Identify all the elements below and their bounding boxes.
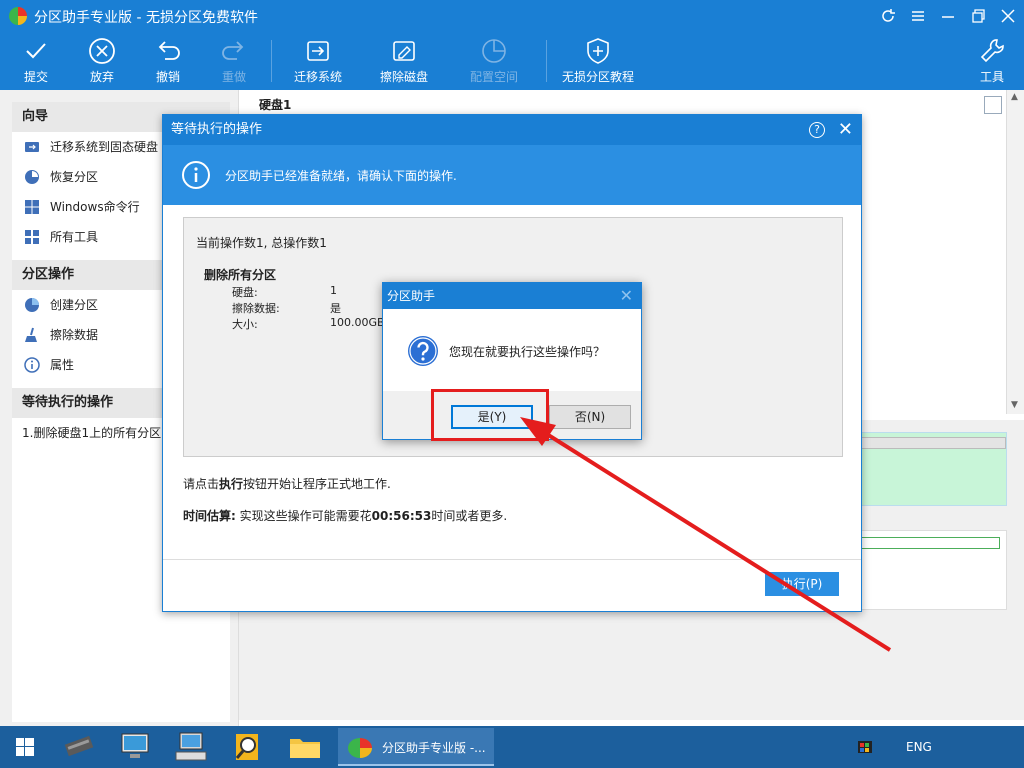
view-toggle-icon[interactable] xyxy=(984,96,1002,114)
info-icon xyxy=(24,357,40,373)
search-tool-icon[interactable] xyxy=(226,730,268,764)
migrate-system-button[interactable]: 迁移系统 xyxy=(290,34,346,88)
pie-clock-icon xyxy=(482,39,506,63)
recover-icon xyxy=(25,170,39,184)
detail-key: 擦除数据: xyxy=(232,302,280,315)
language-indicator[interactable]: ENG xyxy=(906,740,932,754)
close-icon[interactable]: ✕ xyxy=(838,115,853,145)
allocate-space-label: 配置空间 xyxy=(469,70,518,84)
taskbar-app-label: 分区助手专业版 -... xyxy=(382,741,486,755)
redo-button[interactable]: 重做 xyxy=(212,34,256,88)
banner-text: 分区助手已经准备就绪，请确认下面的操作. xyxy=(225,169,457,183)
window-title: 分区助手专业版 - 无损分区免费软件 xyxy=(34,10,258,26)
dialog-title: 等待执行的操作 xyxy=(171,122,263,137)
partition-block[interactable] xyxy=(859,530,1007,610)
close-icon[interactable]: ✕ xyxy=(620,283,633,309)
taskbar: 分区助手专业版 -... ENG xyxy=(0,726,1024,768)
tutorial-button[interactable]: 无损分区教程 xyxy=(558,34,638,88)
question-icon xyxy=(408,336,438,366)
highlight-box xyxy=(431,389,549,441)
dialog-banner: 分区助手已经准备就绪，请确认下面的操作. xyxy=(163,145,861,205)
allocate-space-button[interactable]: 配置空间 xyxy=(466,34,522,88)
sidebar-item-label: 创建分区 xyxy=(50,298,99,312)
redo-icon xyxy=(222,41,244,60)
detail-key: 硬盘: xyxy=(232,286,258,299)
checkmark-icon xyxy=(26,43,46,59)
sidebar-item-label: 所有工具 xyxy=(50,230,99,244)
operation-count: 当前操作数1, 总操作数1 xyxy=(196,236,327,250)
partition-block[interactable] xyxy=(859,432,1007,506)
shield-plus-icon xyxy=(587,38,609,64)
dialog-title-bar: 等待执行的操作 ? ✕ xyxy=(163,115,861,145)
toolbar: 提交 放弃 撤销 重做 迁移系统 擦除磁盘 配置空间 无损分区教程 工具 xyxy=(0,32,1024,90)
undo-button[interactable]: 撤销 xyxy=(146,34,190,88)
undo-label: 撤销 xyxy=(155,70,180,84)
tools-label: 工具 xyxy=(979,70,1004,84)
execute-button[interactable]: 执行(P) xyxy=(765,572,839,596)
migrate-system-label: 迁移系统 xyxy=(293,70,342,84)
grid-icon xyxy=(25,230,39,244)
wrench-icon xyxy=(980,39,1004,63)
commit-button[interactable]: 提交 xyxy=(14,34,58,88)
cancel-circle-icon xyxy=(89,38,115,64)
confirm-message: 您现在就要执行这些操作吗？ xyxy=(449,345,606,359)
wipe-disk-icon xyxy=(393,41,415,61)
partition-usage-bar xyxy=(860,437,1006,449)
app-logo-icon xyxy=(348,738,372,758)
keyboard-monitor-icon[interactable] xyxy=(170,730,212,764)
refresh-icon[interactable] xyxy=(876,4,900,28)
memory-chip-icon[interactable] xyxy=(58,730,100,764)
wipe-disk-button[interactable]: 擦除磁盘 xyxy=(376,34,432,88)
sidebar-item-label: 恢复分区 xyxy=(50,170,99,184)
confirm-title: 分区助手 xyxy=(387,289,436,303)
menu-icon[interactable] xyxy=(906,4,930,28)
no-button[interactable]: 否(N) xyxy=(549,405,631,429)
sidebar-item-label: 擦除数据 xyxy=(50,328,99,342)
migrate-icon xyxy=(25,142,39,152)
start-windows-icon[interactable] xyxy=(4,730,46,764)
time-estimate: 时间估算: 实现这些操作可能需要花00:56:53时间或者更多. xyxy=(183,509,508,523)
app-logo-icon xyxy=(9,7,27,25)
toolbar-separator xyxy=(271,40,272,82)
maximize-icon[interactable] xyxy=(966,4,990,28)
scroll-down-icon[interactable]: ▼ xyxy=(1011,400,1018,410)
create-partition-icon xyxy=(25,298,39,312)
detail-value: 100.00GB xyxy=(330,316,385,329)
wipe-disk-label: 擦除磁盘 xyxy=(379,70,428,84)
minimize-icon[interactable] xyxy=(936,4,960,28)
title-bar: 分区助手专业版 - 无损分区免费软件 xyxy=(0,0,1024,32)
computer-icon[interactable] xyxy=(114,730,156,764)
file-explorer-icon[interactable] xyxy=(284,730,326,764)
broom-icon xyxy=(25,327,37,342)
tutorial-label: 无损分区教程 xyxy=(561,70,634,84)
commit-label: 提交 xyxy=(23,70,48,84)
windows-icon xyxy=(25,200,39,214)
detail-value: 是 xyxy=(330,302,341,315)
disk-label: 硬盘1 xyxy=(259,98,292,112)
help-icon[interactable]: ? xyxy=(809,122,825,138)
sidebar-item-label: 属性 xyxy=(50,358,75,372)
redo-label: 重做 xyxy=(221,70,246,84)
undo-icon xyxy=(158,41,180,60)
close-icon[interactable] xyxy=(996,4,1020,28)
toolbar-separator xyxy=(546,40,547,82)
sidebar-item-label: Windows命令行 xyxy=(50,200,140,214)
sidebar-item-label: 迁移系统到固态硬盘 xyxy=(50,140,159,154)
vertical-scrollbar[interactable]: ▲ ▼ xyxy=(1006,90,1024,414)
migrate-disk-icon xyxy=(307,41,329,61)
confirm-title-bar: 分区助手 ✕ xyxy=(383,283,641,309)
info-icon xyxy=(182,161,210,189)
tools-button[interactable]: 工具 xyxy=(972,34,1012,88)
scroll-up-icon[interactable]: ▲ xyxy=(1011,92,1018,102)
taskbar-app-partition-assistant[interactable]: 分区助手专业版 -... xyxy=(338,728,494,766)
discard-button[interactable]: 放弃 xyxy=(80,34,124,88)
color-tray-icon[interactable] xyxy=(848,730,882,764)
operation-name: 删除所有分区 xyxy=(204,268,277,282)
detail-key: 大小: xyxy=(232,318,258,331)
discard-label: 放弃 xyxy=(89,70,114,84)
dialog-divider xyxy=(163,559,861,560)
execute-hint: 请点击执行按钮开始让程序正式地工作. xyxy=(183,477,391,491)
partition-usage-bar xyxy=(860,537,1000,549)
detail-value: 1 xyxy=(330,284,337,297)
